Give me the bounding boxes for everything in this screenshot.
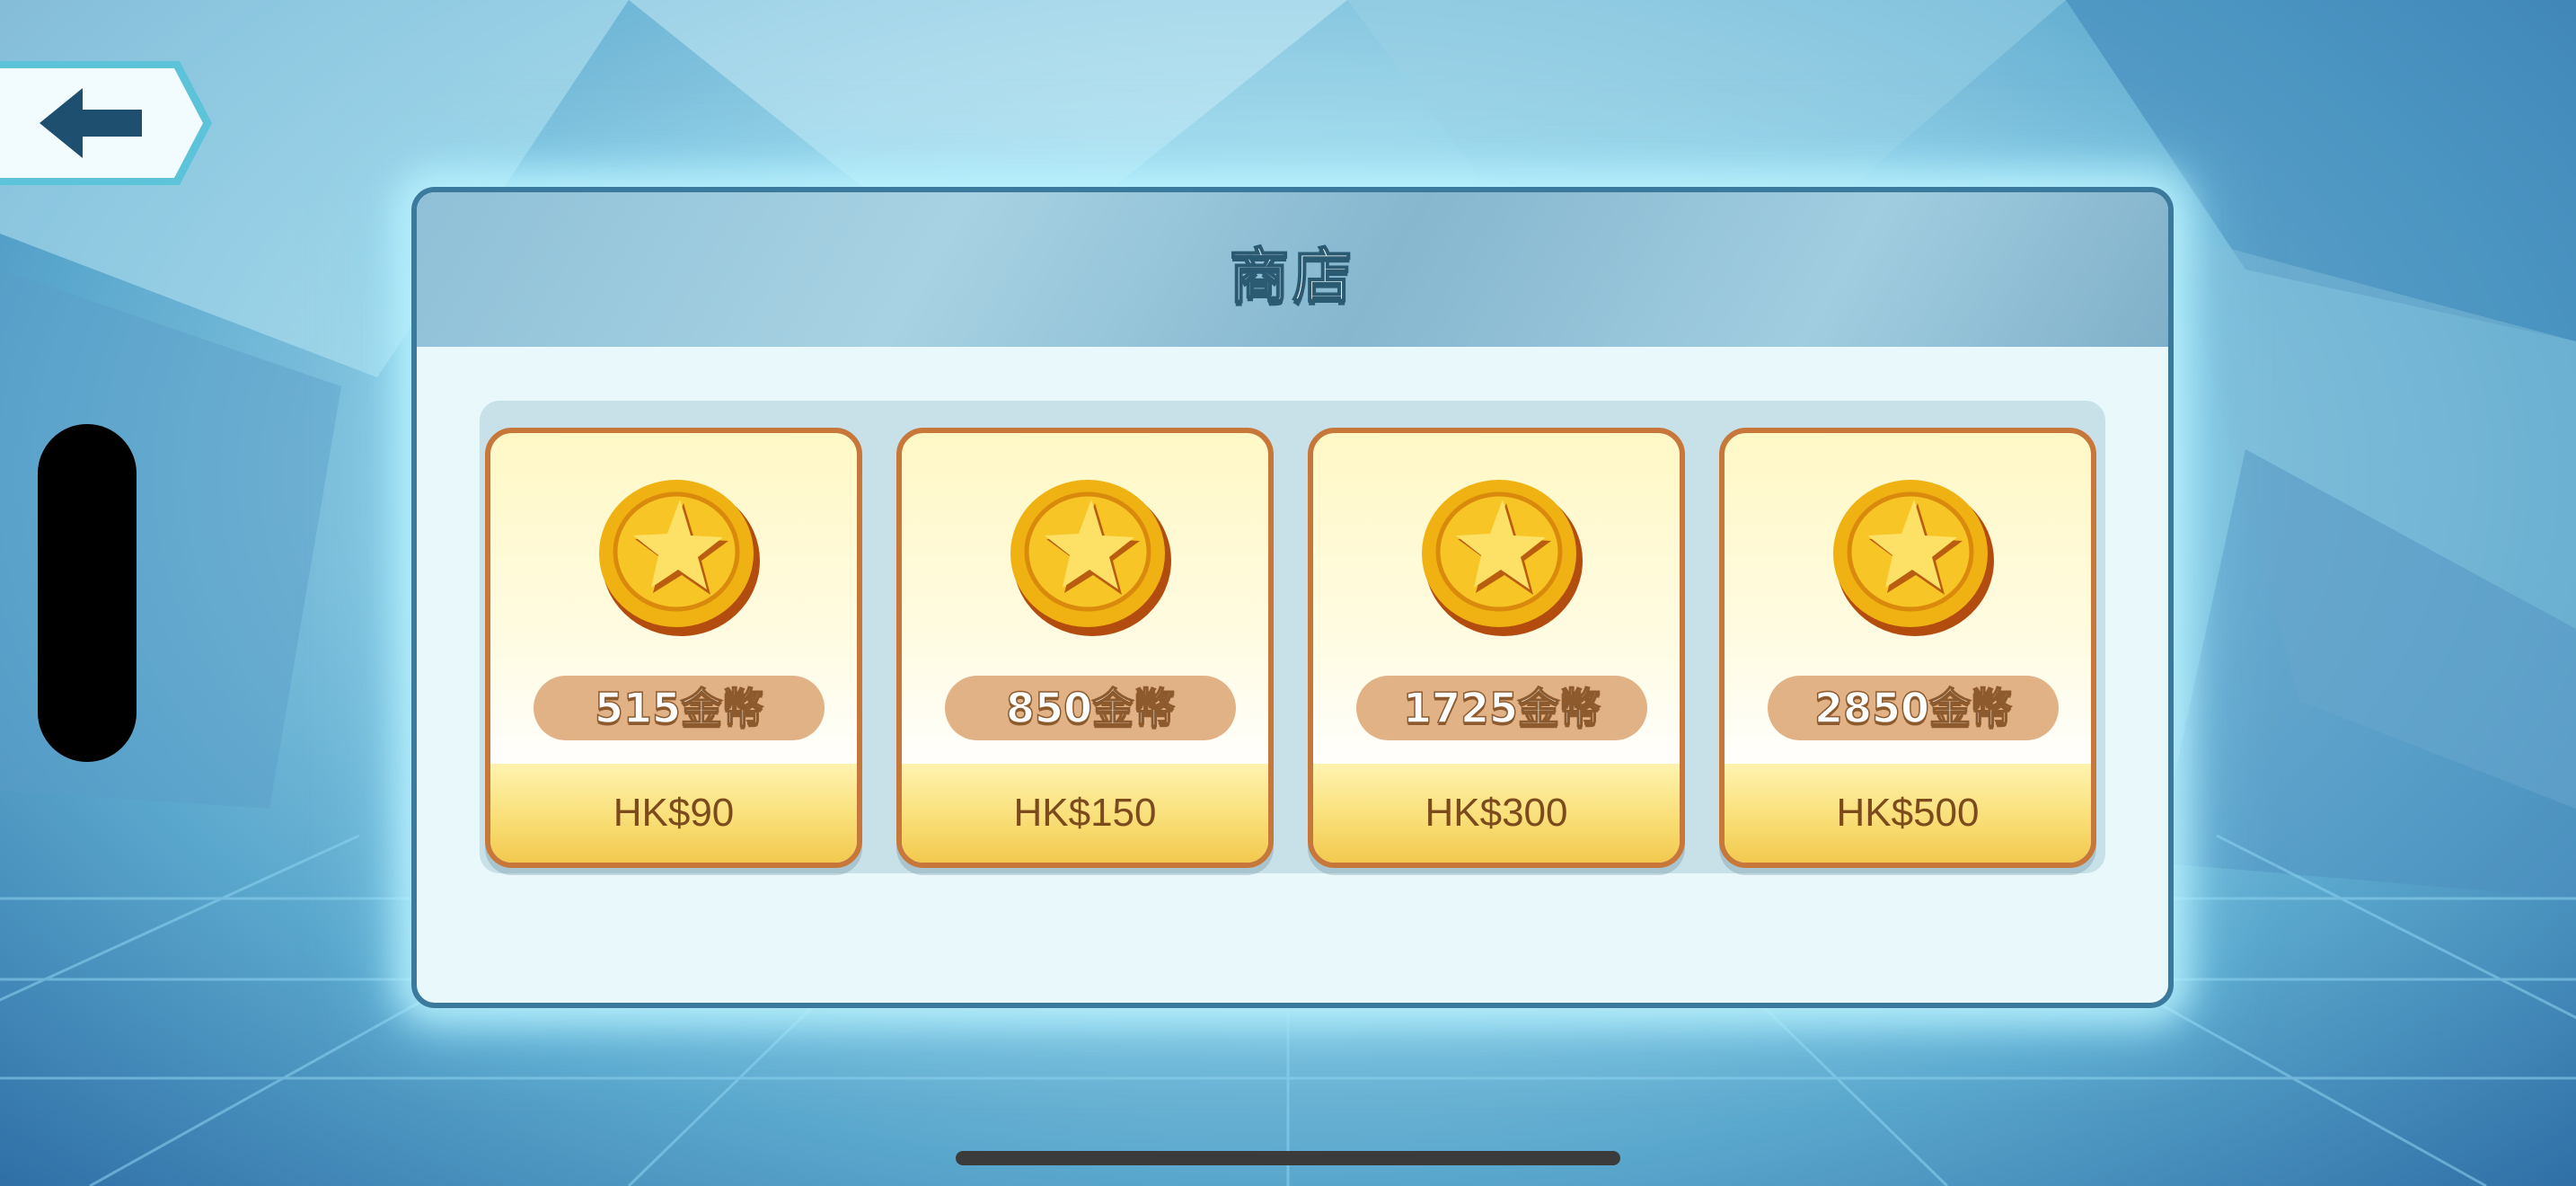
shop-panel: 商店 515金幣 HK$90 850金幣 HK$150 1725金幣 HK$30… [411, 187, 2174, 1008]
gold-star-coin-icon [1416, 469, 1587, 640]
product-card-2[interactable]: 850金幣 HK$150 [896, 428, 1274, 868]
coin-amount-label: 1725金幣 [1356, 676, 1647, 740]
gold-star-coin-icon [594, 469, 764, 640]
home-indicator[interactable] [956, 1151, 1620, 1165]
coin-amount-label: 515金幣 [534, 676, 825, 740]
page-title: 商店 [1229, 241, 1355, 312]
side-overlay-pill [38, 424, 137, 762]
product-card-1[interactable]: 515金幣 HK$90 [485, 428, 862, 868]
price-button[interactable]: HK$500 [1725, 764, 2091, 863]
price-button[interactable]: HK$300 [1313, 764, 1680, 863]
gold-star-coin-icon [1005, 469, 1176, 640]
back-arrow-icon [0, 61, 212, 185]
price-button[interactable]: HK$150 [902, 764, 1268, 863]
coin-amount-label: 2850金幣 [1768, 676, 2059, 740]
back-button[interactable] [0, 56, 216, 190]
product-card-3[interactable]: 1725金幣 HK$300 [1308, 428, 1685, 868]
panel-header: 商店 [417, 192, 2168, 347]
coin-amount-label: 850金幣 [945, 676, 1236, 740]
gold-star-coin-icon [1828, 469, 1998, 640]
product-card-4[interactable]: 2850金幣 HK$500 [1719, 428, 2096, 868]
price-button[interactable]: HK$90 [490, 764, 857, 863]
